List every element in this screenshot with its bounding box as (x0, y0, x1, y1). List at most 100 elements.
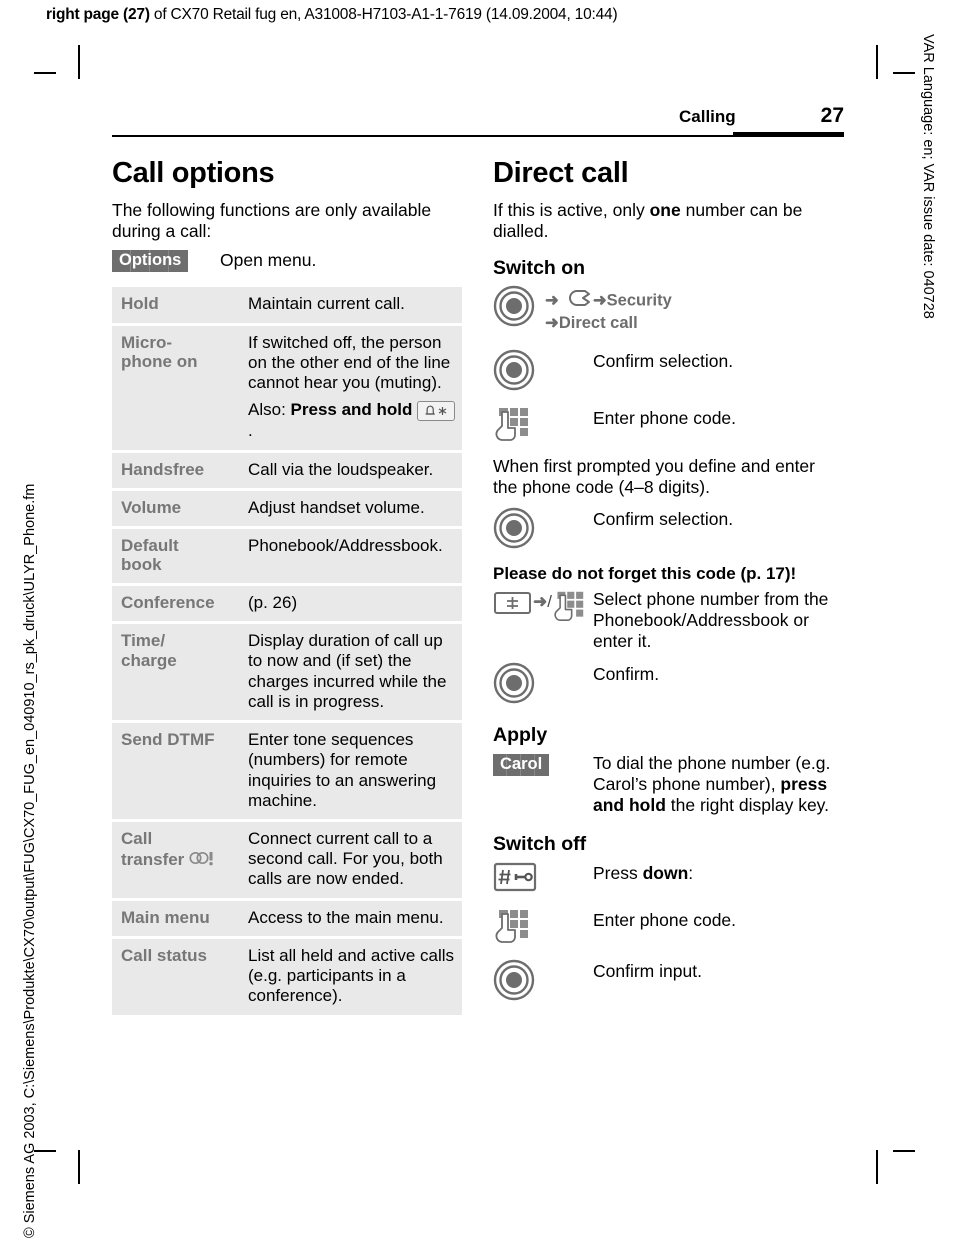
table-row-key: Conference (112, 586, 239, 622)
running-head: right page (27) of CX70 Retail fug en, A… (46, 6, 618, 24)
also-prefix: Also: (248, 400, 291, 420)
table-row-value-text: Display duration of call up to now and (… (248, 631, 447, 711)
arrow-right-icon: ➜ (533, 591, 548, 611)
header-rule-thin (112, 135, 733, 137)
menu-path-text: ➜ ➜Security ➜Direct call (545, 284, 672, 334)
navigation-key-icon[interactable] (493, 507, 535, 554)
press-down-post: : (688, 862, 694, 883)
step-icon-cell-2 (493, 405, 593, 447)
table-row-value-text: Phonebook/Addressbook. (248, 535, 443, 555)
switch-on-heading: Switch on (493, 257, 586, 280)
code-warning: Please do not forget this code (p. 17)! (493, 564, 797, 584)
navigation-key-icon[interactable] (493, 285, 535, 332)
plusminus-key-icon[interactable] (493, 590, 533, 621)
apply-heading: Apply (493, 723, 548, 746)
table-row-value-text: Maintain current call. (248, 294, 405, 314)
table-row-key: Default book (112, 528, 239, 584)
apply-text: To dial the phone number (e.g. Carol’s p… (593, 750, 843, 816)
menu-item-security[interactable]: Security (607, 291, 672, 309)
table-row-key: Hold (112, 287, 239, 323)
keypad-hand-icon[interactable] (493, 406, 531, 447)
table-row-value-text: Adjust handset volume. (248, 497, 425, 517)
menu-item-direct-call[interactable]: Direct call (559, 314, 638, 332)
table-row-value-text: Access to the main menu. (248, 907, 444, 927)
hash-key-lock-icon[interactable] (493, 861, 537, 898)
table-row-key: Volume (112, 490, 239, 526)
options-softkey-desc: Open menu. (220, 250, 317, 271)
crop-mark-bottom-right-h (893, 1150, 915, 1152)
navigation-key-icon[interactable] (493, 349, 535, 396)
table-row: Time/charge Display duration of call up t… (112, 624, 462, 721)
phone-code-note: When first prompted you define and enter… (493, 456, 815, 498)
table-row-value: Adjust handset volume. (239, 490, 462, 526)
table-row-key: Send DTMF (112, 723, 239, 819)
menu-arrow-2-icon: ➜ (592, 291, 607, 310)
step-text-3: Confirm selection. (593, 509, 734, 530)
table-row-value: Display duration of call up to now and (… (239, 624, 462, 721)
step-icon-cell-6 (493, 860, 593, 898)
menu-path-icon-cell (493, 284, 545, 332)
step-confirm-selection-1: Confirm selection. (493, 348, 843, 396)
menu-arrow-1-icon: ➜ (545, 291, 559, 310)
table-row-value: Maintain current call. (239, 287, 462, 323)
right-intro-text: If this is active, only one number can b… (493, 200, 843, 242)
running-head-bold: right page (27) (46, 6, 150, 23)
table-row: Call transfer Connect current call to a se… (112, 822, 462, 898)
navigation-key-icon[interactable] (493, 662, 535, 709)
options-softkey-row: Options Open menu. (112, 250, 462, 273)
table-row-value-text: If switched off, the person on the other… (248, 332, 451, 393)
table-row-value: Call via the loudspeaker. (239, 452, 462, 488)
bell-asterisk-key-icon[interactable] (417, 401, 456, 422)
apply-text-post: the right display key. (665, 795, 829, 816)
right-section-title: Direct call (493, 157, 629, 189)
crop-mark-top-right (876, 45, 878, 79)
table-row-key: Call transfer (112, 822, 239, 898)
crop-mark-top-left (78, 45, 80, 79)
left-column: Call options The following functions are… (112, 158, 462, 1018)
keypad-hand-icon[interactable] (493, 908, 531, 949)
table-row-key: Call status (112, 938, 239, 1015)
call-options-table-body: Hold Maintain current call. Micro-phone on… (112, 287, 462, 1015)
step-enter-phone-code-1: Enter phone code. (493, 405, 843, 447)
table-row-value: Phonebook/Addressbook. (239, 528, 462, 584)
table-row-value: Access to the main menu. (239, 900, 462, 936)
switch-off-heading: Switch off (493, 833, 587, 856)
press-down-pre: Press (593, 862, 643, 883)
table-row: Hold Maintain current call. (112, 287, 462, 323)
left-section-title: Call options (112, 157, 275, 189)
step-text-5: Confirm. (593, 663, 660, 684)
table-row: Volume Adjust handset volume. (112, 490, 462, 526)
var-language-note: VAR Language: en; VAR issue date: 040728 (920, 34, 936, 319)
call-options-table: Hold Maintain current call. Micro-phone on… (112, 284, 462, 1017)
options-softkey[interactable]: Options (112, 250, 189, 273)
table-row: Micro-phone on If switched off, the perso… (112, 325, 462, 450)
step-select-phone-number: ➜ / Select phone number from the Phonebo… (493, 589, 843, 652)
step-icon-cell-7 (493, 907, 593, 949)
table-row-value: Enter tone sequences (numbers) for remot… (239, 723, 462, 819)
running-head-rest: of CX70 Retail fug en, A31008-H7103-A1-1… (149, 6, 618, 23)
table-row: Default book Phonebook/Addressbook. (112, 528, 462, 584)
left-intro-text: The following functions are only availab… (112, 200, 432, 242)
crop-mark-bottom-right (876, 1150, 878, 1184)
spanner-settings-icon (561, 288, 591, 314)
options-softkey-cell: Options (112, 250, 220, 273)
step-text-8: Confirm input. (593, 960, 702, 981)
step-confirm-input: Confirm input. (493, 958, 843, 1006)
table-row-key: Handsfree (112, 452, 239, 488)
table-row-key: Main menu (112, 900, 239, 936)
navigation-key-icon[interactable] (493, 959, 535, 1006)
carol-softkey[interactable]: Carol (493, 754, 550, 777)
table-row-value: List all held and active calls (e.g. par… (239, 938, 462, 1015)
step-enter-phone-code-2: Enter phone code. (493, 907, 843, 949)
step-text-2: Enter phone code. (593, 408, 737, 429)
table-row: Call status List all held and active call… (112, 938, 462, 1015)
apply-row: Carol To dial the phone number (e.g. Car… (493, 750, 843, 816)
keypad-hand-icon[interactable] (552, 590, 586, 627)
also-suffix: . (248, 421, 253, 441)
crop-mark-top-right-h (893, 72, 915, 74)
table-row: Handsfree Call via the loudspeaker. (112, 452, 462, 488)
step-icon-cell-4: ➜ / (493, 589, 593, 627)
table-row-value: (p. 26) (239, 586, 462, 622)
step-icon-cell-1 (493, 348, 593, 396)
apply-softkey-cell: Carol (493, 750, 593, 777)
